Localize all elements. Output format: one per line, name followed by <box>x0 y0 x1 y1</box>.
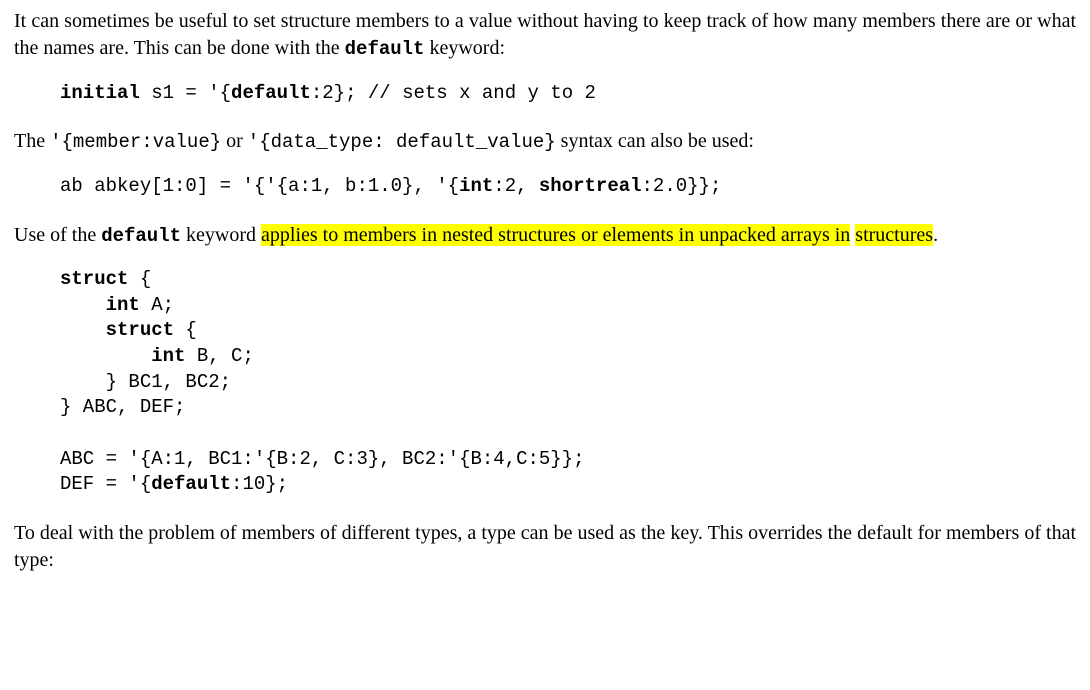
code-block-initial: initial s1 = '{default:2}; // sets x and… <box>60 81 1076 107</box>
paragraph-type-key: To deal with the problem of members of d… <box>14 520 1076 574</box>
code-inline-member: '{member:value} <box>50 131 221 153</box>
code-block-abkey: ab abkey[1:0] = '{'{a:1, b:1.0}, '{int:2… <box>60 174 1076 200</box>
keyword-struct: struct <box>106 319 174 341</box>
code-text: { <box>128 268 151 290</box>
text: The <box>14 130 50 152</box>
keyword-struct: struct <box>60 268 128 290</box>
code-text: s1 = '{ <box>140 82 231 104</box>
text: or <box>221 130 248 152</box>
code-text: DEF = '{ <box>60 473 151 495</box>
code-text: :2, <box>493 175 539 197</box>
keyword-default: default <box>231 82 311 104</box>
code-inline-datatype: '{data_type: default_value} <box>248 131 556 153</box>
keyword-default: default <box>151 473 231 495</box>
code-text: :2}; // sets x and y to 2 <box>311 82 596 104</box>
blank-line <box>60 422 71 444</box>
code-text: } BC1, BC2; <box>60 371 231 393</box>
keyword-int: int <box>106 294 140 316</box>
paragraph-syntax: The '{member:value} or '{data_type: defa… <box>14 128 1076 156</box>
code-text: } ABC, DEF; <box>60 396 185 418</box>
keyword-int: int <box>151 345 185 367</box>
keyword-int: int <box>459 175 493 197</box>
paragraph-default-usage: Use of the default keyword applies to me… <box>14 222 1076 250</box>
indent <box>60 319 106 341</box>
document-page: It can sometimes be useful to set struct… <box>0 0 1090 690</box>
code-text: :2.0}}; <box>642 175 722 197</box>
indent <box>60 345 151 367</box>
code-text: ABC = '{A:1, BC1:'{B:2, C:3}, BC2:'{B:4,… <box>60 448 585 470</box>
highlighted-text-line1: applies to members in nested structures … <box>261 224 850 246</box>
code-text: ab abkey[1:0] = '{'{a:1, b:1.0}, '{ <box>60 175 459 197</box>
code-text: A; <box>140 294 174 316</box>
text: syntax can also be used: <box>556 130 754 152</box>
indent <box>60 294 106 316</box>
code-text: { <box>174 319 197 341</box>
keyword-shortreal: shortreal <box>539 175 642 197</box>
text: It can sometimes be useful to set struct… <box>14 10 1076 59</box>
code-block-struct: struct { int A; struct { int B, C; } BC1… <box>60 267 1076 498</box>
paragraph-intro: It can sometimes be useful to set struct… <box>14 8 1076 63</box>
code-text: :10}; <box>231 473 288 495</box>
keyword-initial: initial <box>60 82 140 104</box>
text: To deal with the problem of members of d… <box>14 522 1076 571</box>
code-text: B, C; <box>185 345 253 367</box>
keyword-default: default <box>345 38 425 60</box>
keyword-default: default <box>101 225 181 247</box>
text: keyword: <box>424 37 505 59</box>
text: . <box>933 224 938 246</box>
text: keyword <box>181 224 261 246</box>
text: Use of the <box>14 224 101 246</box>
highlighted-text-line2: structures <box>855 224 933 246</box>
